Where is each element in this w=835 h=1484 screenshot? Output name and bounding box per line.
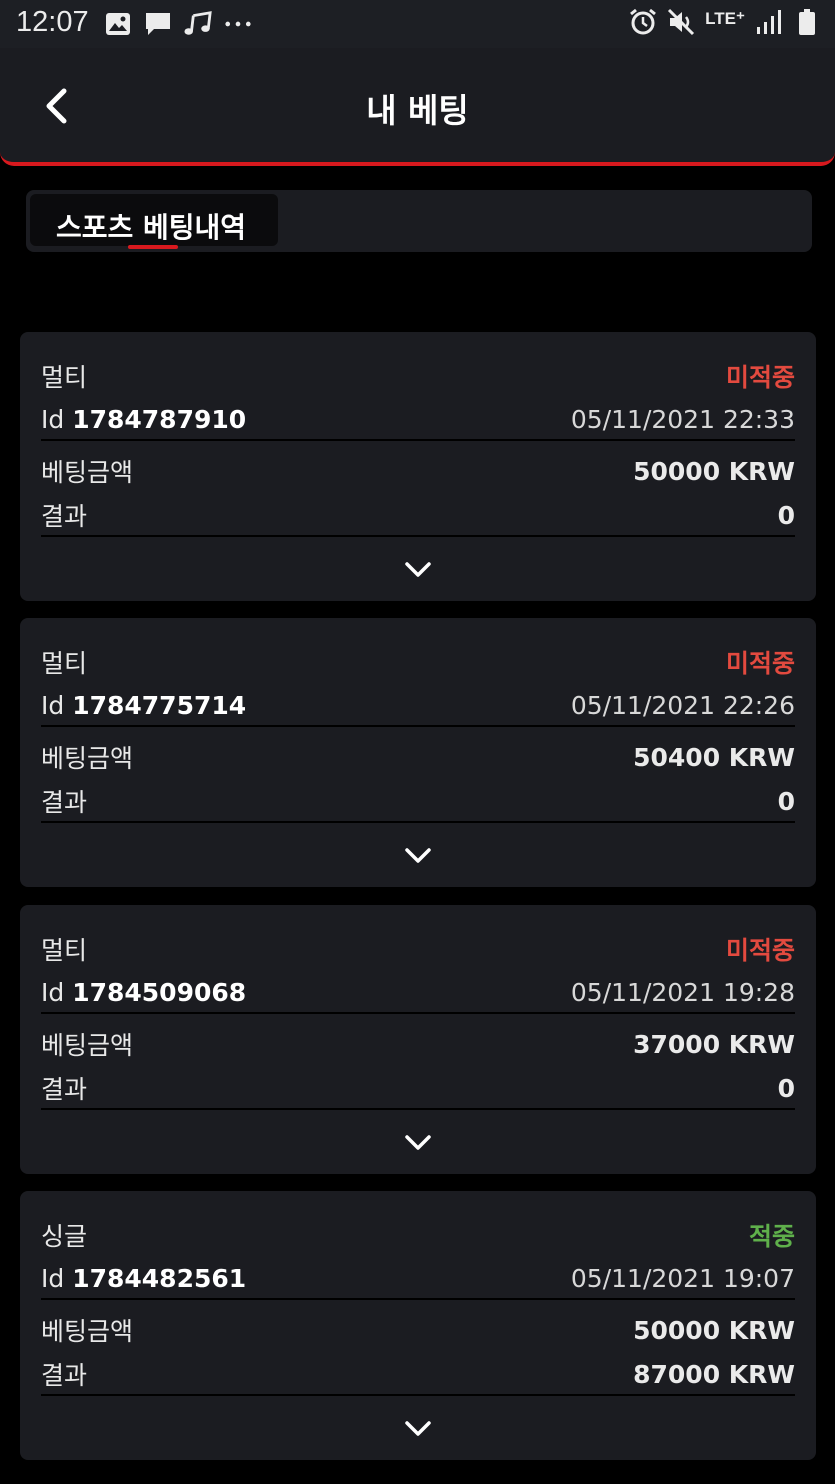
expand-button[interactable]: [400, 558, 436, 582]
system-icons: LTE⁺: [629, 8, 821, 36]
expand-button[interactable]: [400, 844, 436, 868]
tab-sports-betting-history[interactable]: 스포츠 베팅내역: [30, 194, 278, 249]
bet-amount: 50000 KRW: [633, 456, 795, 486]
bet-result: 0: [777, 786, 795, 816]
bet-result-row: 결과 0: [41, 781, 795, 823]
app-header: 내 베팅: [0, 48, 835, 166]
bet-card: 멀티 미적중 Id 1784787910 05/11/2021 22:33 베팅…: [20, 332, 816, 601]
bet-amount-row: 베팅금액 50000 KRW: [41, 451, 795, 491]
bet-result: 87000 KRW: [633, 1359, 795, 1389]
bet-type: 싱글: [41, 1222, 88, 1251]
bet-result: 0: [777, 500, 795, 530]
bet-id: 1784775714: [72, 690, 247, 720]
bet-result-row: 결과 0: [41, 495, 795, 537]
id-label: Id: [41, 404, 65, 434]
status-badge: 미적중: [725, 363, 795, 392]
network-type: LTE⁺: [705, 9, 745, 28]
status-time: 12:07: [16, 6, 89, 38]
bet-datetime: 05/11/2021 19:28: [570, 977, 795, 1007]
chevron-down-icon: [405, 1135, 431, 1150]
bet-type: 멀티: [41, 649, 88, 678]
chevron-down-icon: [405, 848, 431, 863]
bet-result-row: 결과 87000 KRW: [41, 1354, 795, 1396]
status-badge: 적중: [748, 1222, 795, 1251]
amount-label: 베팅금액: [41, 1317, 134, 1346]
bet-type: 멀티: [41, 936, 88, 965]
mute-icon: [667, 8, 695, 36]
bet-amount-row: 베팅금액 50400 KRW: [41, 737, 795, 777]
tab-bar: 스포츠 베팅내역: [26, 190, 812, 252]
bet-type-row: 멀티 미적중: [41, 356, 795, 396]
notification-icons: [104, 10, 252, 38]
status-badge: 미적중: [725, 936, 795, 965]
tab-label: 스포츠 베팅내역: [56, 211, 247, 244]
chevron-down-icon: [405, 562, 431, 577]
expand-button[interactable]: [400, 1131, 436, 1155]
bet-id-row: Id 1784787910 05/11/2021 22:33: [41, 399, 795, 441]
amount-label: 베팅금액: [41, 458, 134, 487]
result-label: 결과: [41, 502, 88, 531]
bet-type-row: 멀티 미적중: [41, 642, 795, 682]
bet-amount-row: 베팅금액 50000 KRW: [41, 1310, 795, 1350]
more-dots-icon: [224, 10, 252, 38]
message-icon: [144, 10, 172, 38]
amount-label: 베팅금액: [41, 1031, 134, 1060]
result-label: 결과: [41, 1361, 88, 1390]
id-label: Id: [41, 1263, 65, 1293]
bet-id-row: Id 1784509068 05/11/2021 19:28: [41, 972, 795, 1014]
bet-amount: 50400 KRW: [633, 742, 795, 772]
bet-amount-row: 베팅금액 37000 KRW: [41, 1024, 795, 1064]
bet-datetime: 05/11/2021 22:26: [570, 690, 795, 720]
bet-result-row: 결과 0: [41, 1068, 795, 1110]
id-label: Id: [41, 690, 65, 720]
signal-icon: [755, 8, 783, 36]
active-tab-indicator: [128, 245, 178, 249]
result-label: 결과: [41, 1075, 88, 1104]
bet-card: 멀티 미적중 Id 1784509068 05/11/2021 19:28 베팅…: [20, 905, 816, 1174]
page-title: 내 베팅: [366, 91, 469, 130]
bet-id-row: Id 1784482561 05/11/2021 19:07: [41, 1258, 795, 1300]
alarm-icon: [629, 8, 657, 36]
bet-type-row: 싱글 적중: [41, 1215, 795, 1255]
bet-id: 1784787910: [72, 404, 247, 434]
bet-id: 1784509068: [72, 977, 247, 1007]
status-bar: 12:07 LTE⁺: [0, 0, 835, 48]
bet-datetime: 05/11/2021 19:07: [570, 1263, 795, 1293]
bet-result: 0: [777, 1073, 795, 1103]
status-badge: 미적중: [725, 649, 795, 678]
bet-id-row: Id 1784775714 05/11/2021 22:26: [41, 685, 795, 727]
bet-amount: 37000 KRW: [633, 1029, 795, 1059]
chevron-down-icon: [405, 1421, 431, 1436]
bet-card: 멀티 미적중 Id 1784775714 05/11/2021 22:26 베팅…: [20, 618, 816, 887]
bet-id: 1784482561: [72, 1263, 247, 1293]
bet-amount: 50000 KRW: [633, 1315, 795, 1345]
bet-card: 싱글 적중 Id 1784482561 05/11/2021 19:07 베팅금…: [20, 1191, 816, 1460]
bet-type: 멀티: [41, 363, 88, 392]
music-note-icon: [184, 10, 212, 38]
bet-type-row: 멀티 미적중: [41, 929, 795, 969]
result-label: 결과: [41, 788, 88, 817]
amount-label: 베팅금액: [41, 744, 134, 773]
bet-datetime: 05/11/2021 22:33: [570, 404, 795, 434]
id-label: Id: [41, 977, 65, 1007]
expand-button[interactable]: [400, 1417, 436, 1441]
image-icon: [104, 10, 132, 38]
battery-icon: [793, 8, 821, 36]
